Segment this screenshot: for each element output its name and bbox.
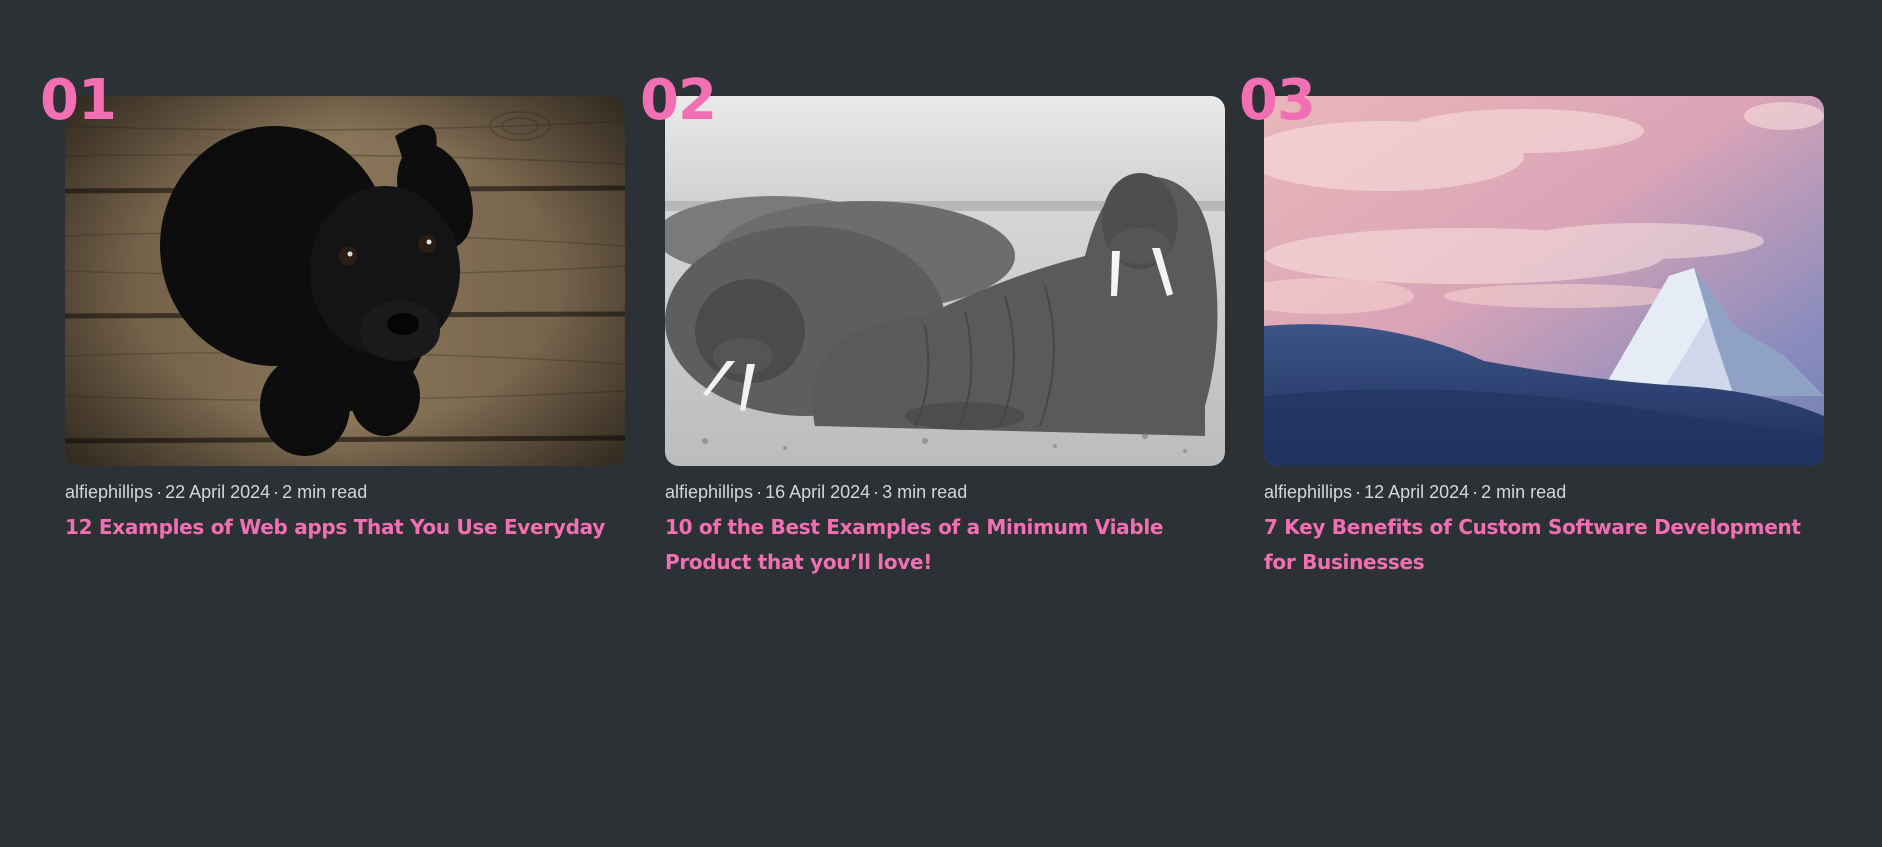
- post-meta: alfiephillips · 16 April 2024 · 3 min read: [665, 480, 1225, 504]
- meta-separator: ·: [1355, 482, 1362, 502]
- post-title-link[interactable]: 12 Examples of Web apps That You Use Eve…: [65, 510, 625, 545]
- post-index-number: 01: [40, 68, 117, 133]
- post-date: 16 April 2024: [765, 482, 871, 502]
- post-index-number: 02: [640, 68, 717, 133]
- mountain-image: [1264, 96, 1824, 466]
- post-author[interactable]: alfiephillips: [665, 482, 753, 502]
- post-read-time: 3 min read: [882, 482, 968, 502]
- post-thumbnail-walruses[interactable]: [665, 96, 1225, 466]
- meta-separator: ·: [1472, 482, 1479, 502]
- post-read-time: 2 min read: [282, 482, 368, 502]
- post-card: 02 alfiephillips · 16 April 2024 · 3 min…: [640, 73, 1225, 580]
- walruses-image: [665, 96, 1225, 466]
- post-title-link[interactable]: 10 of the Best Examples of a Minimum Via…: [665, 510, 1225, 580]
- meta-separator: ·: [156, 482, 163, 502]
- post-read-time: 2 min read: [1481, 482, 1567, 502]
- post-thumbnail-mountain[interactable]: [1264, 96, 1824, 466]
- puppy-image: [65, 96, 625, 466]
- meta-separator: ·: [873, 482, 880, 502]
- meta-separator: ·: [273, 482, 280, 502]
- post-author[interactable]: alfiephillips: [65, 482, 153, 502]
- post-card: 03 alfiephillips · 12 April 2024 · 2 min…: [1239, 73, 1824, 580]
- post-date: 12 April 2024: [1364, 482, 1470, 502]
- post-date: 22 April 2024: [165, 482, 271, 502]
- post-author[interactable]: alfiephillips: [1264, 482, 1352, 502]
- post-meta: alfiephillips · 12 April 2024 · 2 min read: [1264, 480, 1824, 504]
- meta-separator: ·: [756, 482, 763, 502]
- post-meta: alfiephillips · 22 April 2024 · 2 min read: [65, 480, 625, 504]
- blog-post-list-page: 01 alfiephillips · 22 April 2024 · 2 min…: [0, 0, 1882, 847]
- post-index-number: 03: [1239, 68, 1316, 133]
- post-thumbnail-puppy[interactable]: [65, 96, 625, 466]
- post-card: 01 alfiephillips · 22 April 2024 · 2 min…: [40, 73, 625, 545]
- post-title-link[interactable]: 7 Key Benefits of Custom Software Develo…: [1264, 510, 1824, 580]
